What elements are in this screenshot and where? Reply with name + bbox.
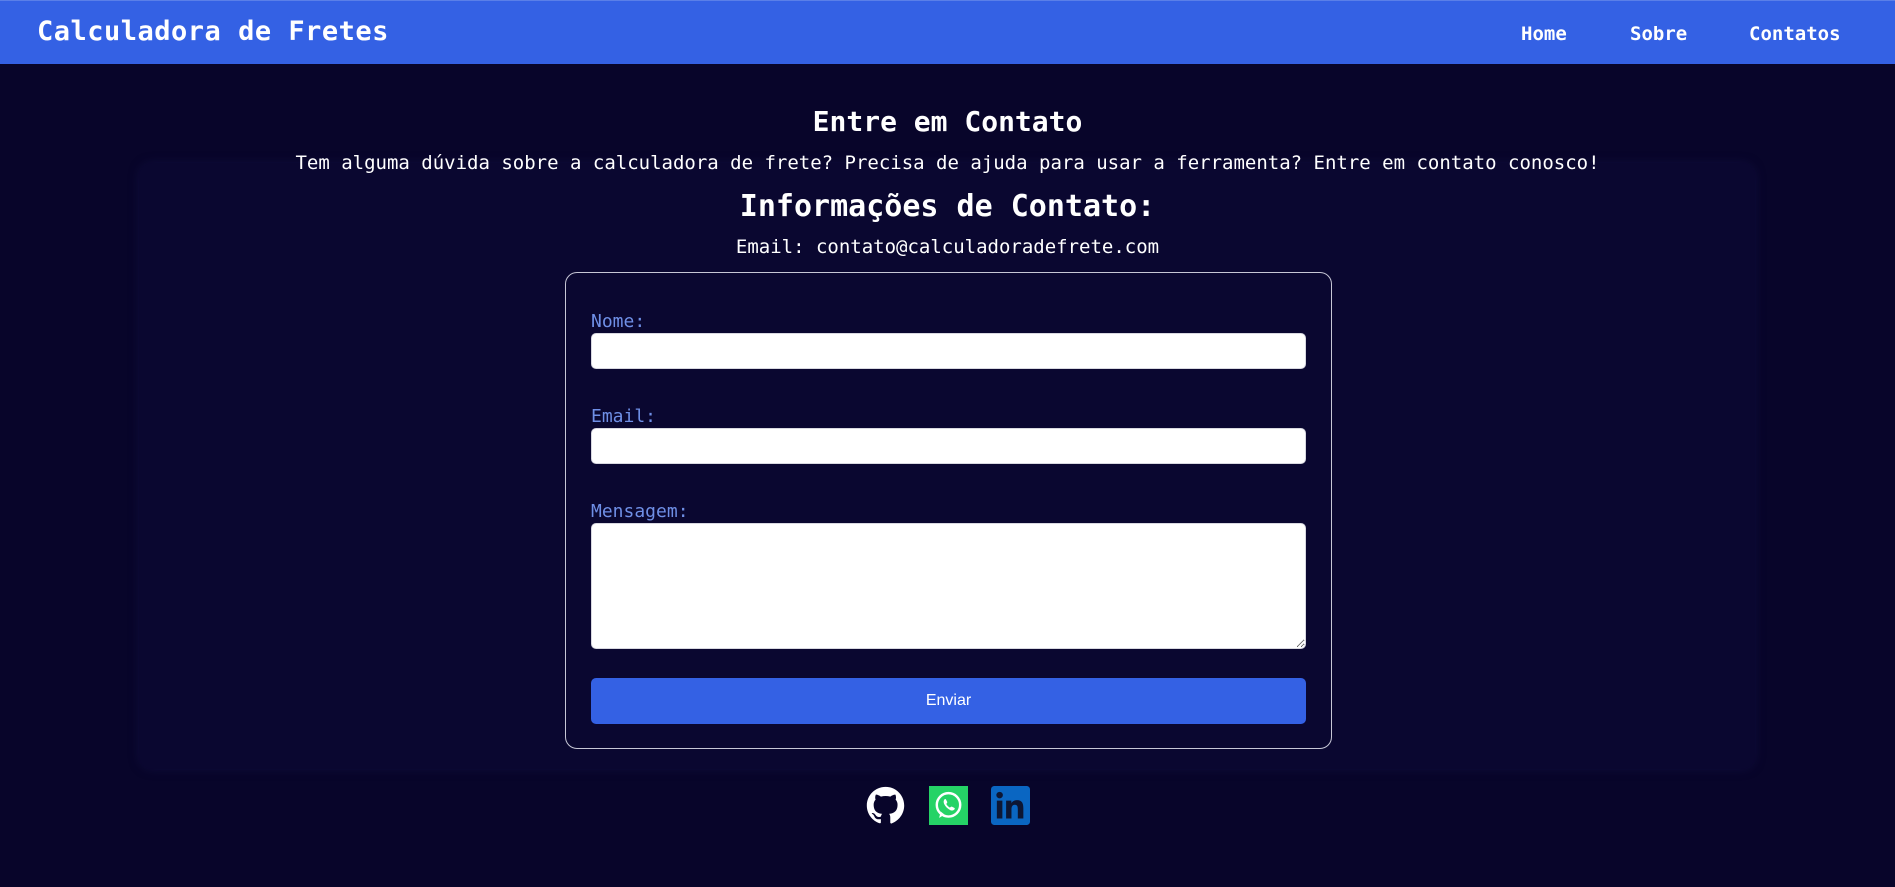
navbar: Calculadora de Fretes Home Sobre Contato… (0, 0, 1895, 64)
brand-title[interactable]: Calculadora de Fretes (37, 16, 389, 47)
nome-label: Nome: (591, 311, 646, 332)
contact-info-email: Email: contato@calculadoradefrete.com (735, 236, 1160, 258)
github-link[interactable] (866, 786, 905, 825)
nav-link-sobre[interactable]: Sobre (1630, 23, 1687, 45)
nome-input[interactable] (591, 333, 1306, 369)
page-title: Entre em Contato (812, 105, 1083, 138)
linkedin-link[interactable] (991, 786, 1030, 825)
contact-form: Nome: Email: Mensagem: Enviar (565, 272, 1332, 749)
submit-button[interactable]: Enviar (591, 678, 1306, 724)
email-label: Email: (591, 406, 657, 427)
whatsapp-link[interactable] (929, 786, 968, 825)
email-input[interactable] (591, 428, 1306, 464)
whatsapp-icon (929, 786, 968, 825)
mensagem-textarea[interactable] (591, 523, 1306, 649)
linkedin-icon (991, 786, 1030, 825)
page-subtitle: Tem alguma dúvida sobre a calculadora de… (295, 152, 1600, 174)
nav-link-home[interactable]: Home (1521, 23, 1567, 45)
github-icon (866, 786, 905, 824)
mensagem-label: Mensagem: (591, 501, 689, 522)
nav-link-contatos[interactable]: Contatos (1749, 23, 1841, 45)
contact-info-heading: Informações de Contato: (739, 189, 1156, 224)
